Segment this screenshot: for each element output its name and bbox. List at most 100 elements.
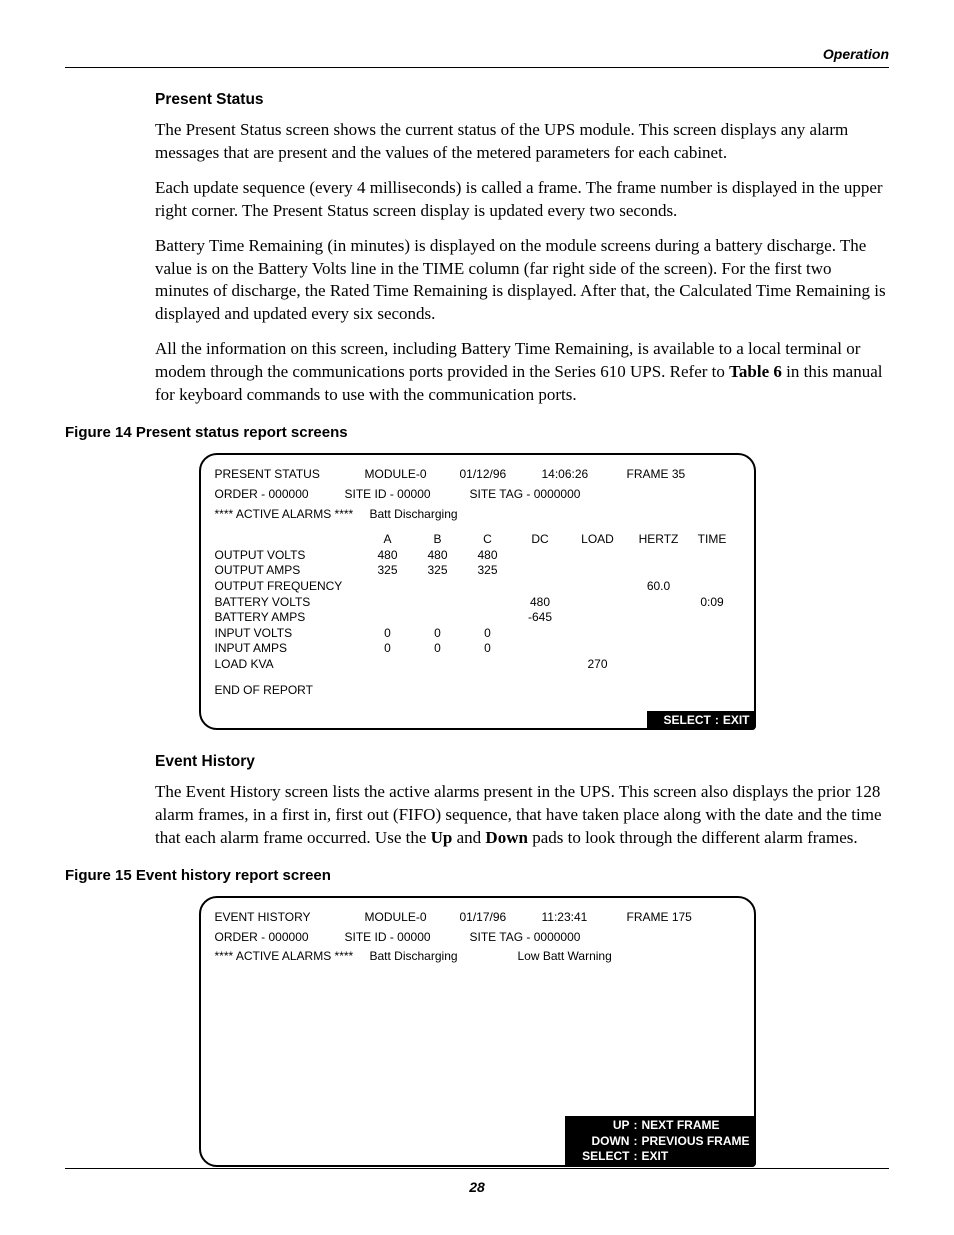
screen-siteid: SITE ID - 00000 [345,930,470,946]
hint-line: SELECT:EXIT [571,1149,749,1165]
metric-value: 0 [463,641,513,657]
metric-value [690,641,735,657]
active-alarms-label: **** ACTIVE ALARMS **** [215,949,370,965]
metric-value [628,626,690,642]
metric-value [690,579,735,595]
metric-value [463,610,513,626]
para: Battery Time Remaining (in minutes) is d… [155,235,889,327]
text: pads to look through the different alarm… [528,828,858,847]
screen-sitetag: SITE TAG - 0000000 [470,930,581,946]
metric-value: -645 [513,610,568,626]
para: The Event History screen lists the activ… [155,781,889,850]
present-status-screen: PRESENT STATUS MODULE-0 01/12/96 14:06:2… [199,453,756,730]
screen-module: MODULE-0 [365,910,460,926]
metric-value [690,626,735,642]
metric-value [513,641,568,657]
metric-value [363,657,413,673]
screen-date: 01/17/96 [460,910,542,926]
metric-value [513,563,568,579]
hint-line: DOWN:PREVIOUS FRAME [571,1134,749,1150]
metric-value [628,610,690,626]
metric-value: 60.0 [628,579,690,595]
metric-value: 0 [413,626,463,642]
hints: UP:NEXT FRAMEDOWN:PREVIOUS FRAMESELECT:E… [565,1116,755,1167]
metric-value: 480 [413,548,463,564]
metric-value [363,579,413,595]
metric-value: 0 [463,626,513,642]
metric-value [463,579,513,595]
alarm: Batt Discharging [370,949,490,965]
metric-row: OUTPUT AMPS325325325 [215,563,740,579]
para: The Present Status screen shows the curr… [155,119,889,165]
metric-value: 325 [413,563,463,579]
figure-14-caption: Figure 14 Present status report screens [65,423,889,443]
page-number: 28 [0,1178,954,1197]
metric-value [568,548,628,564]
metric-value [690,657,735,673]
metric-value: 325 [463,563,513,579]
metric-value [568,610,628,626]
metric-value [568,595,628,611]
metric-row: OUTPUT FREQUENCY60.0 [215,579,740,595]
col: TIME [690,532,735,548]
metric-value [413,595,463,611]
screen-frame: FRAME 35 [627,467,686,483]
metric-row: BATTERY VOLTS 480 0:09 [215,595,740,611]
screen-order: ORDER - 000000 [215,930,345,946]
metric-value [513,626,568,642]
metric-value: 0:09 [690,595,735,611]
metric-row: INPUT VOLTS000 [215,626,740,642]
metric-value [690,548,735,564]
metric-value [628,548,690,564]
metric-value [413,657,463,673]
running-head: Operation [65,45,889,64]
metric-value: 270 [568,657,628,673]
metric-row: BATTERY AMPS-645 [215,610,740,626]
metric-row: INPUT AMPS000 [215,641,740,657]
text: and [452,828,485,847]
event-history-screen: EVENT HISTORY MODULE-0 01/17/96 11:23:41… [199,896,756,1167]
metric-label: OUTPUT AMPS [215,563,363,579]
metric-value [513,548,568,564]
metric-value [513,579,568,595]
end-of-report: END OF REPORT [215,683,740,699]
metric-value [628,657,690,673]
metric-label: LOAD KVA [215,657,363,673]
metric-value [568,579,628,595]
header-rule [65,67,889,68]
hint-line: UP:NEXT FRAME [571,1118,749,1134]
col: B [413,532,463,548]
metric-value [513,657,568,673]
metric-label: BATTERY VOLTS [215,595,363,611]
metric-row: LOAD KVA 270 [215,657,740,673]
footer-rule [65,1168,889,1169]
screen-title: PRESENT STATUS [215,467,365,483]
hint-line: SELECT:EXIT [653,713,750,729]
metrics-header: A B C DC LOAD HERTZ TIME [215,532,740,548]
metric-value [628,563,690,579]
metric-value [628,641,690,657]
screen-date: 01/12/96 [460,467,542,483]
col: DC [513,532,568,548]
heading-present-status: Present Status [155,90,889,111]
metric-value: 0 [413,641,463,657]
metric-value [568,626,628,642]
screen-siteid: SITE ID - 00000 [345,487,470,503]
metric-label: OUTPUT VOLTS [215,548,363,564]
screen-frame: FRAME 175 [627,910,692,926]
metric-label: INPUT VOLTS [215,626,363,642]
screen-module: MODULE-0 [365,467,460,483]
metric-value [463,595,513,611]
metric-value: 480 [363,548,413,564]
metric-value: 480 [513,595,568,611]
col: A [363,532,413,548]
screen-order: ORDER - 000000 [215,487,345,503]
metric-value [690,563,735,579]
screen-sitetag: SITE TAG - 0000000 [470,487,581,503]
metric-value [628,595,690,611]
up-pad: Up [431,828,453,847]
table-ref: Table 6 [729,362,782,381]
screen-time: 14:06:26 [542,467,627,483]
hints: SELECT:EXIT [647,711,756,731]
metric-value [568,641,628,657]
